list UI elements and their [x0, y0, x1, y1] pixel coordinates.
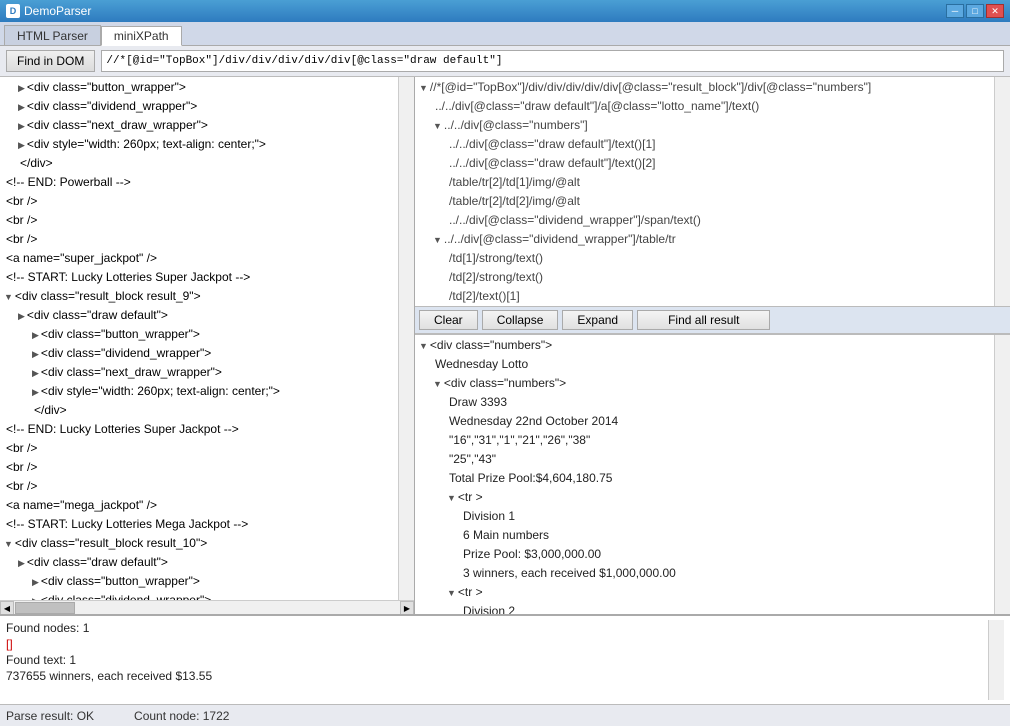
- tree-node: ../../div[@class="draw default"]/a[@clas…: [415, 98, 994, 117]
- result-node: Division 1: [415, 508, 994, 527]
- clear-button[interactable]: Clear: [419, 310, 478, 330]
- right-results-section: ▼<div class="numbers"> Wednesday Lotto▼<…: [415, 334, 1010, 614]
- left-panel: ▶<div class="button_wrapper">▶<div class…: [0, 77, 415, 614]
- minimize-button[interactable]: ─: [946, 4, 964, 18]
- tree-node: </div>: [0, 402, 398, 421]
- tree-node: ▶<div class="draw default">: [0, 554, 398, 573]
- tree-node: ▼../../div[@class="dividend_wrapper"]/ta…: [415, 231, 994, 250]
- tree-node: <!-- END: Powerball -->: [0, 174, 398, 193]
- tree-node: /table/tr[2]/td[1]/img/@alt: [415, 174, 994, 193]
- right-results-scrollbar-v[interactable]: [994, 335, 1010, 614]
- tree-node: ▶<div class="button_wrapper">: [0, 79, 398, 98]
- app-title: DemoParser: [24, 4, 91, 18]
- tree-node: ../../div[@class="draw default"]/text()[…: [415, 155, 994, 174]
- tree-node: <br />: [0, 459, 398, 478]
- app-icon: D: [6, 4, 20, 18]
- tree-node: <!-- START: Lucky Lotteries Mega Jackpot…: [0, 516, 398, 535]
- left-scrollbar-h[interactable]: ◀ ▶: [0, 600, 414, 614]
- tree-node: <!-- END: Lucky Lotteries Super Jackpot …: [0, 421, 398, 440]
- tree-node: ▶<div class="next_draw_wrapper">: [0, 364, 398, 383]
- expand-button[interactable]: Expand: [562, 310, 633, 330]
- bottom-line4: 737655 winners, each received $13.55: [6, 668, 988, 684]
- result-node: ▼<tr >: [415, 584, 994, 603]
- collapse-button[interactable]: Collapse: [482, 310, 559, 330]
- tab-bar: HTML Parser miniXPath: [0, 22, 1010, 46]
- bottom-text: Found nodes: 1 [] Found text: 1 737655 w…: [6, 620, 988, 700]
- tree-node: ▶<div class="next_draw_wrapper">: [0, 117, 398, 136]
- parse-result: Parse result: OK: [6, 709, 94, 723]
- tree-node: ▶<div class="button_wrapper">: [0, 326, 398, 345]
- result-node: 3 winners, each received $1,000,000.00: [415, 565, 994, 584]
- tree-node: /table/tr[2]/td[2]/img/@alt: [415, 193, 994, 212]
- tab-html-parser[interactable]: HTML Parser: [4, 25, 101, 45]
- bottom-scrollbar-v[interactable]: [988, 620, 1004, 700]
- tree-node: ../../div[@class="draw default"]/text()[…: [415, 136, 994, 155]
- tree-node: /td[2]/text()[1]: [415, 288, 994, 306]
- result-node: Total Prize Pool:$4,604,180.75: [415, 470, 994, 489]
- result-node: Draw 3393: [415, 394, 994, 413]
- results-tree[interactable]: ▼<div class="numbers"> Wednesday Lotto▼<…: [415, 335, 994, 614]
- result-node: Division 2: [415, 603, 994, 614]
- tree-node: ▶<div style="width: 260px; text-align: c…: [0, 136, 398, 155]
- scroll-right-arrow[interactable]: ▶: [400, 601, 414, 614]
- result-node: Prize Pool: $3,000,000.00: [415, 546, 994, 565]
- tree-node: ▼//*[@id="TopBox"]/div/div/div/div/div[@…: [415, 79, 994, 98]
- left-scrollbar-v[interactable]: [398, 77, 414, 600]
- result-node: ▼<div class="numbers">: [415, 375, 994, 394]
- result-node: Wednesday Lotto: [415, 356, 994, 375]
- right-top-section: ▼//*[@id="TopBox"]/div/div/div/div/div[@…: [415, 77, 1010, 306]
- tree-node: ▶<div style="width: 260px; text-align: c…: [0, 383, 398, 402]
- right-top-tree[interactable]: ▼//*[@id="TopBox"]/div/div/div/div/div[@…: [415, 77, 994, 306]
- tree-node: <br />: [0, 212, 398, 231]
- scroll-left-arrow[interactable]: ◀: [0, 601, 14, 614]
- tree-node: <a name="super_jackpot" />: [0, 250, 398, 269]
- left-tree[interactable]: ▶<div class="button_wrapper">▶<div class…: [0, 77, 398, 600]
- tree-node: ▶<div class="button_wrapper">: [0, 573, 398, 592]
- close-button[interactable]: ✕: [986, 4, 1004, 18]
- tree-node: <br />: [0, 440, 398, 459]
- count-node: Count node: 1722: [134, 709, 229, 723]
- tab-minixpath[interactable]: miniXPath: [101, 26, 182, 46]
- tree-node: <br />: [0, 193, 398, 212]
- result-node: 6 Main numbers: [415, 527, 994, 546]
- result-node: Wednesday 22nd October 2014: [415, 413, 994, 432]
- tree-node: <!-- START: Lucky Lotteries Super Jackpo…: [0, 269, 398, 288]
- left-tree-scroll: ▶<div class="button_wrapper">▶<div class…: [0, 77, 414, 600]
- tree-node: ▶<div class="dividend_wrapper">: [0, 345, 398, 364]
- main-content: ▶<div class="button_wrapper">▶<div class…: [0, 77, 1010, 614]
- tree-node: /td[2]/strong/text(): [415, 269, 994, 288]
- tree-node: ▼<div class="result_block result_10">: [0, 535, 398, 554]
- status-bar: Parse result: OK Count node: 1722: [0, 704, 1010, 726]
- action-button-bar: Clear Collapse Expand Find all result: [415, 306, 1010, 334]
- tree-node: <a name="mega_jackpot" />: [0, 497, 398, 516]
- bottom-line1: Found nodes: 1: [6, 620, 988, 636]
- result-node: ▼<tr >: [415, 489, 994, 508]
- tree-node: </div>: [0, 155, 398, 174]
- maximize-button[interactable]: □: [966, 4, 984, 18]
- result-node: ▼<div class="numbers">: [415, 337, 994, 356]
- tree-node: /td[1]/strong/text(): [415, 250, 994, 269]
- right-panel: ▼//*[@id="TopBox"]/div/div/div/div/div[@…: [415, 77, 1010, 614]
- title-bar: D DemoParser ─ □ ✕: [0, 0, 1010, 22]
- tree-node: <br />: [0, 231, 398, 250]
- tree-node: ▼<div class="result_block result_9">: [0, 288, 398, 307]
- bottom-bar: Found nodes: 1 [] Found text: 1 737655 w…: [0, 614, 1010, 704]
- result-node: "25","43": [415, 451, 994, 470]
- toolbar: Find in DOM: [0, 46, 1010, 77]
- result-node: "16","31","1","21","26","38": [415, 432, 994, 451]
- window-controls: ─ □ ✕: [946, 4, 1004, 18]
- tree-node: ▶<div class="dividend_wrapper">: [0, 98, 398, 117]
- tree-node: ▶<div class="dividend_wrapper">: [0, 592, 398, 600]
- find-all-result-button[interactable]: Find all result: [637, 310, 770, 330]
- tree-node: <br />: [0, 478, 398, 497]
- tree-node: ../../div[@class="dividend_wrapper"]/spa…: [415, 212, 994, 231]
- right-top-scrollbar-v[interactable]: [994, 77, 1010, 306]
- xpath-input[interactable]: [101, 50, 1004, 72]
- bottom-line2: []: [6, 636, 988, 652]
- find-in-dom-button[interactable]: Find in DOM: [6, 50, 95, 72]
- bottom-line3: Found text: 1: [6, 652, 988, 668]
- tree-node: ▼../../div[@class="numbers"]: [415, 117, 994, 136]
- tree-node: ▶<div class="draw default">: [0, 307, 398, 326]
